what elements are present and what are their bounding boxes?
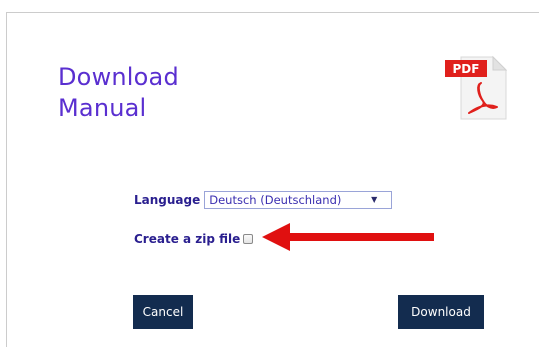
cancel-button[interactable]: Cancel (133, 295, 193, 329)
language-select[interactable]: Deutsch (Deutschland) ▼ (204, 191, 393, 209)
chevron-down-icon: ▼ (371, 195, 378, 204)
title-line-2: Manual (58, 94, 147, 122)
download-manual-dialog: Download Manual PDF Language Deutsch (De… (0, 0, 539, 347)
pdf-badge-text: PDF (453, 62, 480, 76)
language-label: Language (134, 193, 201, 207)
pdf-file-icon: PDF (443, 55, 507, 121)
download-button[interactable]: Download (398, 295, 484, 329)
dialog-left-border (6, 12, 7, 347)
title-line-1: Download (58, 63, 179, 91)
zip-row: Create a zip file (134, 231, 254, 247)
language-row: Language Deutsch (Deutschland) ▼ (134, 190, 393, 210)
dialog-top-border (6, 12, 539, 13)
language-selected-value: Deutsch (Deutschland) (209, 193, 342, 207)
dialog-title: Download Manual (58, 62, 278, 124)
zip-checkbox[interactable] (243, 234, 254, 244)
zip-label: Create a zip file (134, 232, 241, 246)
red-arrow-annotation (262, 223, 434, 251)
